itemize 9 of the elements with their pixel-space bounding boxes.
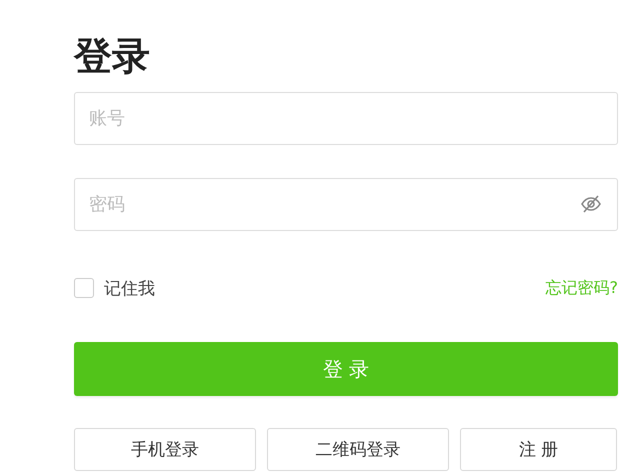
hidden-eye-icon[interactable] [580,195,602,213]
account-field[interactable]: 账号 [74,92,618,145]
alt-login-button[interactable]: 注 册 [460,428,617,471]
remember-checkbox[interactable] [74,278,94,298]
login-title: 登录 [74,33,150,80]
alt-login-button[interactable]: 二维码登录 [267,428,449,471]
password-field[interactable]: 密码 [74,178,618,231]
remember-label: 记住我 [104,278,155,300]
alt-login-button[interactable]: 手机登录 [74,428,256,471]
